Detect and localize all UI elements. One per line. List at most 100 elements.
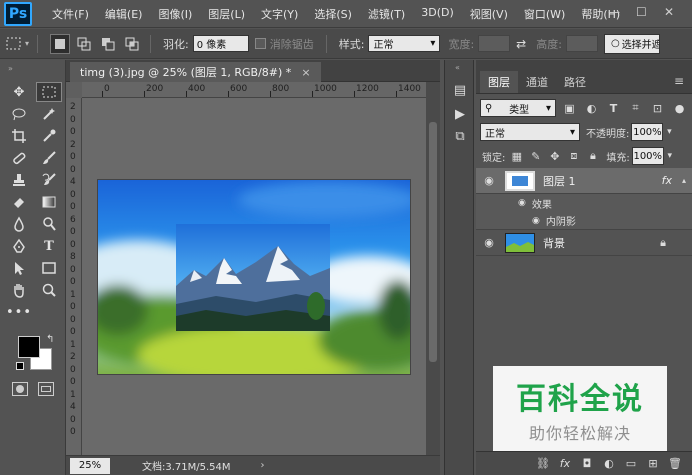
visibility-eye-icon[interactable]: ◉ [479,236,499,249]
clone-stamp-tool-icon[interactable] [6,170,32,190]
vertical-scrollbar[interactable] [426,82,440,455]
adjustment-filter-icon[interactable]: ◐ [583,100,600,117]
add-mask-icon[interactable]: ◘ [578,457,596,470]
layer1-image[interactable] [176,224,330,331]
rect-marquee-tool-icon[interactable] [36,82,62,102]
fill-input[interactable]: 100% [631,147,664,165]
visibility-eye-icon[interactable]: ◉ [532,216,540,226]
hand-tool-icon[interactable] [6,280,32,300]
lock-artboard-icon[interactable]: ⧈ [566,149,581,164]
tab-paths[interactable]: 路径 [556,71,594,93]
actions-play-icon[interactable]: ▶ [452,106,468,122]
shape-filter-icon[interactable]: ⌗ [627,100,644,117]
swap-icon[interactable]: ⇄ [516,37,526,51]
select-and-mask-button[interactable]: ○ 选择并遮 [603,33,660,54]
close-button[interactable]: ✕ [664,5,674,19]
opacity-input[interactable]: 100% [631,123,664,141]
menu-item-6[interactable]: 滤镜(T) [360,6,413,22]
feather-input[interactable]: 0 像素 [192,35,249,52]
menu-item-4[interactable]: 文字(Y) [253,6,306,22]
blend-mode-select[interactable]: 正常 ▾ [480,123,580,141]
lasso-tool-icon[interactable] [6,104,32,124]
eraser-tool-icon[interactable] [6,192,32,212]
layer-name[interactable]: 背景 [543,235,565,251]
add-style-icon[interactable]: fx [556,457,574,470]
lock-position-icon[interactable]: ✥ [547,149,562,164]
tab-channels[interactable]: 通道 [518,71,556,93]
more-tools-icon[interactable]: ••• [6,302,32,322]
adjustment-layer-icon[interactable]: ◐ [600,457,618,470]
menu-item-2[interactable]: 图像(I) [150,6,200,22]
visibility-eye-icon[interactable]: ◉ [479,174,499,187]
gradient-tool-icon[interactable] [36,192,62,212]
crop-tool-icon[interactable] [6,126,32,146]
delete-layer-icon[interactable]: 🗑︎ [666,457,684,470]
menu-item-5[interactable]: 选择(S) [306,6,360,22]
chevron-right-icon[interactable]: › [261,460,265,471]
type-tool-icon[interactable]: T [36,236,62,256]
menu-item-1[interactable]: 编辑(E) [97,6,151,22]
canvas-area[interactable] [82,98,426,455]
pen-tool-icon[interactable] [6,236,32,256]
blur-tool-icon[interactable] [6,214,32,234]
maximize-button[interactable]: ☐ [636,5,647,19]
effects-row[interactable]: ◉ 效果 [476,194,692,212]
chevron-down-icon[interactable]: ▾ [664,147,676,165]
chevron-up-icon[interactable]: ▴ [682,176,686,185]
panel-menu-icon[interactable]: ≡ [674,74,684,88]
lock-image-icon[interactable]: ✎ [528,149,543,164]
layer-filter-select[interactable]: ⚲ 类型 ▾ [480,99,556,117]
new-group-icon[interactable]: ▭ [622,457,640,470]
zoom-level-input[interactable]: 25% [70,457,110,474]
dodge-tool-icon[interactable] [36,214,62,234]
chevron-down-icon[interactable]: ▾ [663,123,675,141]
menu-item-0[interactable]: 文件(F) [44,6,97,22]
healing-brush-tool-icon[interactable] [6,148,32,168]
foreground-color-swatch[interactable] [18,336,40,358]
swap-colors-icon[interactable]: ↰ [46,334,54,345]
visibility-eye-icon[interactable]: ◉ [518,198,526,208]
quick-mask-icon[interactable] [12,382,28,396]
document-tab[interactable]: timg (3).jpg @ 25% (图层 1, RGB/8#) * × [70,62,321,82]
smart-object-filter-icon[interactable]: ⊡ [649,100,666,117]
antialias-checkbox[interactable] [254,38,266,49]
chevron-down-icon[interactable]: ▾ [25,39,29,48]
height-input[interactable] [565,35,598,52]
new-layer-icon[interactable]: ⊞ [644,457,662,470]
close-tab-icon[interactable]: × [301,66,310,79]
magic-wand-tool-icon[interactable] [36,104,62,124]
inner-shadow-row[interactable]: ◉ 内阴影 [476,212,692,230]
layer-fx-badge[interactable]: fx [662,174,672,187]
marquee-preset-icon[interactable] [4,34,24,54]
width-input[interactable] [478,35,511,52]
tab-layers[interactable]: 图层 [480,71,518,93]
lock-all-icon[interactable]: 🔒︎ [585,149,600,164]
menu-item-8[interactable]: 视图(V) [462,6,516,22]
brush-tool-icon[interactable] [36,148,62,168]
history-panel-icon[interactable]: ▤ [452,82,468,98]
menu-item-9[interactable]: 窗口(W) [516,6,573,22]
layer-row-background[interactable]: ◉ 背景 🔒︎ [476,230,692,256]
screen-mode-icon[interactable] [38,382,54,396]
3d-panel-icon[interactable]: ⧉ [452,128,468,144]
zoom-tool-icon[interactable] [36,280,62,300]
minimize-button[interactable]: — [608,5,620,19]
type-filter-icon[interactable]: T [605,100,622,117]
pixel-filter-icon[interactable]: ▣ [561,100,578,117]
layer-row-layer1[interactable]: ◉ 图层 1 fx ▴ [476,168,692,194]
layer-name[interactable]: 图层 1 [543,173,576,189]
new-selection-icon[interactable] [50,33,71,54]
lock-transparent-icon[interactable]: ▦ [509,149,524,164]
scrollbar-thumb[interactable] [429,122,437,362]
eyedropper-tool-icon[interactable] [36,126,62,146]
horizontal-ruler[interactable]: 0 200 400 600 800 1000 1200 1400 [82,82,426,98]
style-select[interactable]: 正常 ▾ [368,35,441,52]
collapse-icon[interactable]: « [455,63,460,72]
menu-item-3[interactable]: 图层(L) [200,6,253,22]
rectangle-tool-icon[interactable] [36,258,62,278]
default-colors-icon[interactable] [16,362,24,370]
collapse-icon[interactable]: » [8,64,13,73]
move-tool-icon[interactable]: ✥ [6,82,32,102]
subtract-selection-icon[interactable] [98,34,118,54]
intersect-selection-icon[interactable] [122,34,142,54]
